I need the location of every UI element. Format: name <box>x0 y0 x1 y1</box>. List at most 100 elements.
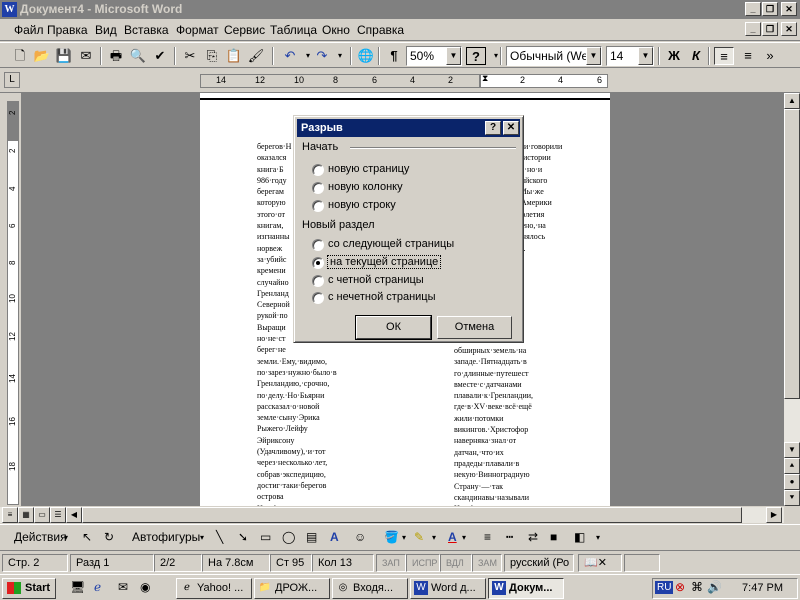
radio-label[interactable]: с четной страницы <box>328 274 424 286</box>
next-page-icon[interactable]: ⯆ <box>784 490 800 506</box>
line-color-icon[interactable]: ✎ <box>414 530 424 544</box>
radio-label[interactable]: со следующей страницы <box>328 238 454 250</box>
menu-format[interactable]: Формат <box>176 23 219 37</box>
radio-label[interactable]: новую строку <box>328 199 396 211</box>
quicklaunch-outlook-icon[interactable]: ✉ <box>118 580 128 594</box>
chevron-down-icon[interactable]: ▾ <box>596 533 600 542</box>
doc-minimize-button[interactable]: _ <box>745 22 761 36</box>
menu-edit[interactable]: Правка <box>47 23 88 37</box>
menu-tools[interactable]: Сервис <box>224 23 265 37</box>
start-button[interactable]: Start <box>2 578 56 599</box>
open-icon[interactable]: 📂 <box>32 47 52 65</box>
horizontal-scrollbar[interactable]: ≡ ▦ ▭ ☰ ◀ ▶ <box>0 506 784 523</box>
restore-button[interactable]: ❐ <box>762 2 778 16</box>
chevron-down-icon[interactable]: ▾ <box>200 533 204 542</box>
menu-table[interactable]: Таблица <box>270 23 317 37</box>
task-word-other[interactable]: W Word д... <box>410 578 486 599</box>
radio-label[interactable]: новую колонку <box>328 181 403 193</box>
status-trk[interactable]: ИСПР <box>406 554 440 572</box>
radio-label[interactable]: на текущей странице <box>326 255 442 269</box>
font-color-icon[interactable]: A <box>448 530 457 544</box>
print-icon[interactable]: 🖶 <box>106 47 126 65</box>
menu-help[interactable]: Справка <box>357 23 404 37</box>
minimize-button[interactable]: _ <box>745 2 761 16</box>
dash-style-icon[interactable]: ┅ <box>506 530 513 544</box>
bold-button[interactable]: Ж <box>664 47 684 65</box>
task-yahoo[interactable]: ℯ Yahoo! ... <box>176 578 252 599</box>
outline-view-icon[interactable]: ☰ <box>50 507 66 523</box>
style-select[interactable]: Обычный (Web) ▼ <box>506 46 602 66</box>
close-button[interactable]: ✕ <box>781 2 797 16</box>
align-left-icon[interactable]: ≡ <box>714 47 734 65</box>
cut-icon[interactable]: ✂ <box>180 47 200 65</box>
radio-circle[interactable] <box>312 182 324 194</box>
paste-icon[interactable]: 📋 <box>224 47 244 65</box>
volume-icon[interactable]: 🔊 <box>707 580 722 594</box>
quicklaunch-ie-icon[interactable]: ℯ <box>94 580 101 594</box>
normal-view-icon[interactable]: ≡ <box>2 507 18 523</box>
hscroll-thumb[interactable] <box>82 507 742 523</box>
font-size-select[interactable]: 14 ▼ <box>606 46 654 66</box>
spelling-status-icon[interactable]: 📖✕ <box>578 554 622 572</box>
dialog-help-button[interactable]: ? <box>485 121 501 135</box>
print-layout-icon[interactable]: ▭ <box>34 507 50 523</box>
indent-marker-icon[interactable]: ⧗ <box>482 73 488 84</box>
align-center-icon[interactable]: ≡ <box>738 47 758 65</box>
status-rec[interactable]: ЗАП <box>376 554 406 572</box>
menu-window[interactable]: Окно <box>322 23 350 37</box>
web-toolbar-icon[interactable]: 🌐 <box>356 47 376 65</box>
copy-icon[interactable]: ⎘ <box>202 47 222 65</box>
word-app-icon[interactable]: W <box>2 2 17 17</box>
quicklaunch-media-icon[interactable]: ◉ <box>140 580 150 594</box>
3d-icon[interactable]: ◧ <box>574 530 585 544</box>
italic-button[interactable]: К <box>686 47 706 65</box>
task-inbox[interactable]: ◎ Входя... <box>332 578 408 599</box>
zoom-select[interactable]: 50% ▼ <box>406 46 462 66</box>
radio-circle[interactable] <box>312 239 324 251</box>
spelling-icon[interactable]: ✔ <box>150 47 170 65</box>
redo-icon[interactable]: ↷ <box>312 47 332 65</box>
menu-view[interactable]: Вид <box>95 23 117 37</box>
radio-label[interactable]: новую страницу <box>328 163 409 175</box>
actions-menu[interactable]: Действия <box>14 530 67 544</box>
format-painter-icon[interactable]: 🖌 <box>246 47 266 65</box>
arrow-icon[interactable]: ➘ <box>238 530 248 544</box>
status-ovr[interactable]: ЗАМ <box>472 554 502 572</box>
chevron-down-icon[interactable]: ▼ <box>446 47 461 65</box>
scroll-right-icon[interactable]: ▶ <box>766 507 782 523</box>
status-ext[interactable]: ВДЛ <box>440 554 472 572</box>
radio-circle[interactable] <box>312 164 324 176</box>
tray-app-icon[interactable]: ⌘ <box>691 580 703 594</box>
chevron-down-icon[interactable]: ▼ <box>586 47 601 65</box>
radio-label[interactable]: с нечетной страницы <box>328 291 436 303</box>
web-layout-icon[interactable]: ▦ <box>18 507 34 523</box>
scroll-up-icon[interactable]: ▲ <box>784 93 800 109</box>
print-preview-icon[interactable]: 🔍 <box>128 47 148 65</box>
doc-close-button[interactable]: ✕ <box>781 22 797 36</box>
quicklaunch-desktop-icon[interactable]: 🖥 <box>70 580 85 594</box>
scroll-thumb[interactable] <box>784 109 800 399</box>
select-objects-icon[interactable]: ↖ <box>82 530 92 544</box>
language-indicator[interactable]: RU <box>655 581 674 594</box>
chevron-down-icon[interactable]: ▾ <box>462 533 466 542</box>
chevron-down-icon[interactable]: ▾ <box>432 533 436 542</box>
menu-insert[interactable]: Вставка <box>124 23 169 37</box>
radio-circle-selected[interactable] <box>312 257 324 269</box>
new-document-icon[interactable]: 🗋 <box>10 47 30 65</box>
textbox-icon[interactable]: ▤ <box>306 530 317 544</box>
autoshapes-menu[interactable]: Автофигуры <box>132 530 200 544</box>
text-column-2[interactable]: обширных·земель·на западе.·Пятнадцать·в … <box>454 345 533 506</box>
shadow-icon[interactable]: ■ <box>550 530 557 544</box>
status-language[interactable]: русский (Ро <box>504 554 574 572</box>
oval-icon[interactable]: ◯ <box>282 530 295 544</box>
free-rotate-icon[interactable]: ↻ <box>104 530 114 544</box>
toolbar-options-icon[interactable]: ▾ <box>486 47 506 65</box>
cancel-button[interactable]: Отмена <box>437 316 512 339</box>
vertical-scrollbar[interactable]: ▲ ▼ ⯅ ● ⯆ <box>784 93 800 506</box>
menu-file[interactable]: Файл <box>14 23 44 37</box>
radio-circle[interactable] <box>312 275 324 287</box>
scroll-left-icon[interactable]: ◀ <box>66 507 82 523</box>
chevron-down-icon[interactable]: ▾ <box>64 533 68 542</box>
toolbar-overflow-icon[interactable]: » <box>760 47 780 65</box>
prev-page-icon[interactable]: ⯅ <box>784 458 800 474</box>
